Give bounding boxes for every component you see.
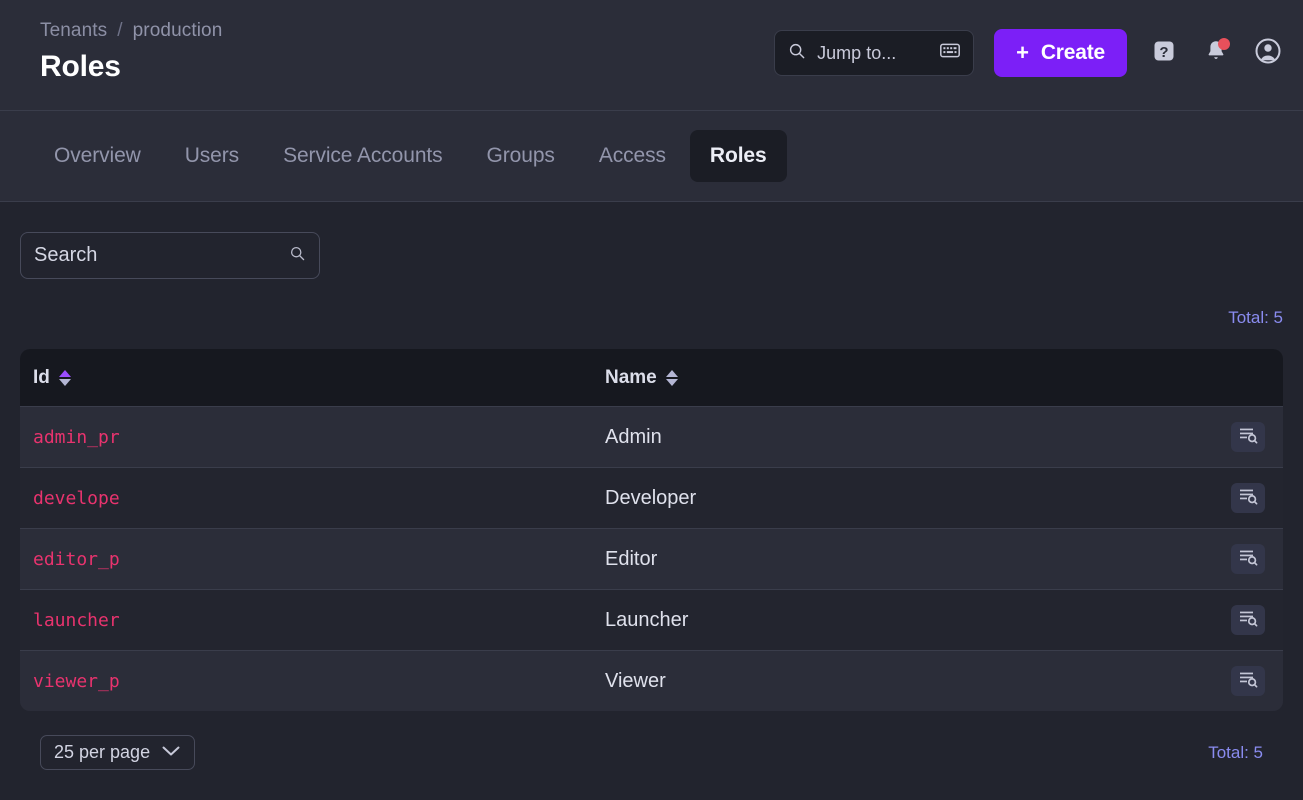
column-header-id-label: Id: [33, 367, 50, 389]
role-id-link[interactable]: editor_p: [33, 549, 120, 570]
cell-id: develope: [20, 488, 605, 509]
cell-id: viewer_p: [20, 671, 605, 692]
role-name: Developer: [605, 487, 696, 509]
jump-to-label: Jump to...: [817, 43, 929, 64]
cell-actions: [1213, 483, 1283, 513]
cell-name: Admin: [605, 426, 1213, 449]
column-header-name-label: Name: [605, 367, 657, 389]
view-details-button[interactable]: [1231, 483, 1265, 513]
role-id-link[interactable]: develope: [33, 488, 120, 509]
per-page-label: 25 per page: [54, 742, 150, 763]
cell-name: Editor: [605, 548, 1213, 571]
table-row[interactable]: launcher Launcher: [20, 589, 1283, 650]
cell-actions: [1213, 422, 1283, 452]
search-icon[interactable]: [289, 245, 306, 267]
notifications-button[interactable]: [1201, 38, 1231, 68]
tab-groups[interactable]: Groups: [467, 130, 575, 182]
role-name: Editor: [605, 548, 657, 570]
table-row[interactable]: develope Developer: [20, 467, 1283, 528]
search-row: Search: [20, 202, 1283, 279]
sort-toggle-name[interactable]: [666, 370, 678, 386]
breadcrumb-root[interactable]: Tenants: [40, 20, 107, 42]
column-header-id-cell: Id: [20, 367, 605, 389]
roles-table: Id Name admin: [20, 349, 1283, 711]
cell-name: Launcher: [605, 609, 1213, 632]
role-id-link[interactable]: launcher: [33, 610, 120, 631]
title-block: Tenants / production Roles: [40, 16, 222, 84]
tab-users[interactable]: Users: [165, 130, 259, 182]
sort-descending-icon: [59, 379, 71, 386]
search-input-value: Search: [34, 244, 289, 267]
cell-id: launcher: [20, 610, 605, 631]
tab-overview[interactable]: Overview: [34, 130, 161, 182]
list-search-icon: [1239, 610, 1258, 630]
cell-actions: [1213, 666, 1283, 696]
tab-roles[interactable]: Roles: [690, 130, 787, 182]
cell-name: Viewer: [605, 670, 1213, 693]
help-icon: ?: [1151, 38, 1177, 69]
sort-ascending-icon: [59, 370, 71, 377]
cell-actions: [1213, 544, 1283, 574]
keyboard-icon: [940, 43, 960, 63]
sort-toggle-id[interactable]: [59, 370, 71, 386]
breadcrumb-separator: /: [117, 20, 122, 42]
list-search-icon: [1239, 671, 1258, 691]
table-header-row: Id Name: [20, 349, 1283, 406]
column-header-name-cell: Name: [605, 367, 1213, 389]
chevron-down-icon: [161, 744, 181, 762]
app-header: Tenants / production Roles Jump to...: [0, 0, 1303, 111]
total-count-top-row: Total: 5: [20, 279, 1283, 328]
cell-name: Developer: [605, 487, 1213, 510]
role-name: Admin: [605, 426, 662, 448]
create-button-label: Create: [1041, 41, 1105, 65]
section-tabs: Overview Users Service Accounts Groups A…: [0, 111, 1303, 202]
table-row[interactable]: viewer_p Viewer: [20, 650, 1283, 711]
cell-id: editor_p: [20, 549, 605, 570]
tab-access[interactable]: Access: [579, 130, 686, 182]
column-header-id[interactable]: Id: [33, 367, 71, 389]
svg-text:?: ?: [1159, 44, 1168, 61]
notification-badge: [1218, 38, 1230, 50]
account-button[interactable]: [1253, 38, 1283, 68]
column-header-name[interactable]: Name: [605, 367, 678, 389]
list-search-icon: [1239, 488, 1258, 508]
breadcrumb-current[interactable]: production: [133, 20, 223, 42]
plus-icon: +: [1016, 42, 1029, 64]
search-input[interactable]: Search: [20, 232, 320, 279]
table-row[interactable]: admin_pr Admin: [20, 406, 1283, 467]
sort-ascending-icon: [666, 370, 678, 377]
role-name: Viewer: [605, 670, 666, 692]
list-search-icon: [1239, 427, 1258, 447]
view-details-button[interactable]: [1231, 605, 1265, 635]
tab-service-accounts[interactable]: Service Accounts: [263, 130, 462, 182]
total-count-bottom: Total: 5: [1208, 743, 1263, 763]
table-footer: 25 per page Total: 5: [20, 711, 1283, 770]
cell-actions: [1213, 605, 1283, 635]
account-circle-icon: [1254, 37, 1282, 70]
search-icon: [788, 42, 806, 65]
table-row[interactable]: editor_p Editor: [20, 528, 1283, 589]
create-button[interactable]: + Create: [994, 29, 1127, 77]
total-count-top: Total: 5: [1228, 308, 1283, 327]
jump-to-search[interactable]: Jump to...: [774, 30, 974, 76]
role-id-link[interactable]: admin_pr: [33, 427, 120, 448]
page-title: Roles: [40, 50, 222, 84]
role-id-link[interactable]: viewer_p: [33, 671, 120, 692]
role-name: Launcher: [605, 609, 688, 631]
list-search-icon: [1239, 549, 1258, 569]
header-actions: Jump to... + Create: [774, 16, 1283, 77]
view-details-button[interactable]: [1231, 666, 1265, 696]
help-button[interactable]: ?: [1149, 38, 1179, 68]
view-details-button[interactable]: [1231, 544, 1265, 574]
breadcrumb: Tenants / production: [40, 20, 222, 42]
sort-descending-icon: [666, 379, 678, 386]
cell-id: admin_pr: [20, 427, 605, 448]
main-content: Search Total: 5 Id: [0, 202, 1303, 800]
view-details-button[interactable]: [1231, 422, 1265, 452]
per-page-select[interactable]: 25 per page: [40, 735, 195, 770]
